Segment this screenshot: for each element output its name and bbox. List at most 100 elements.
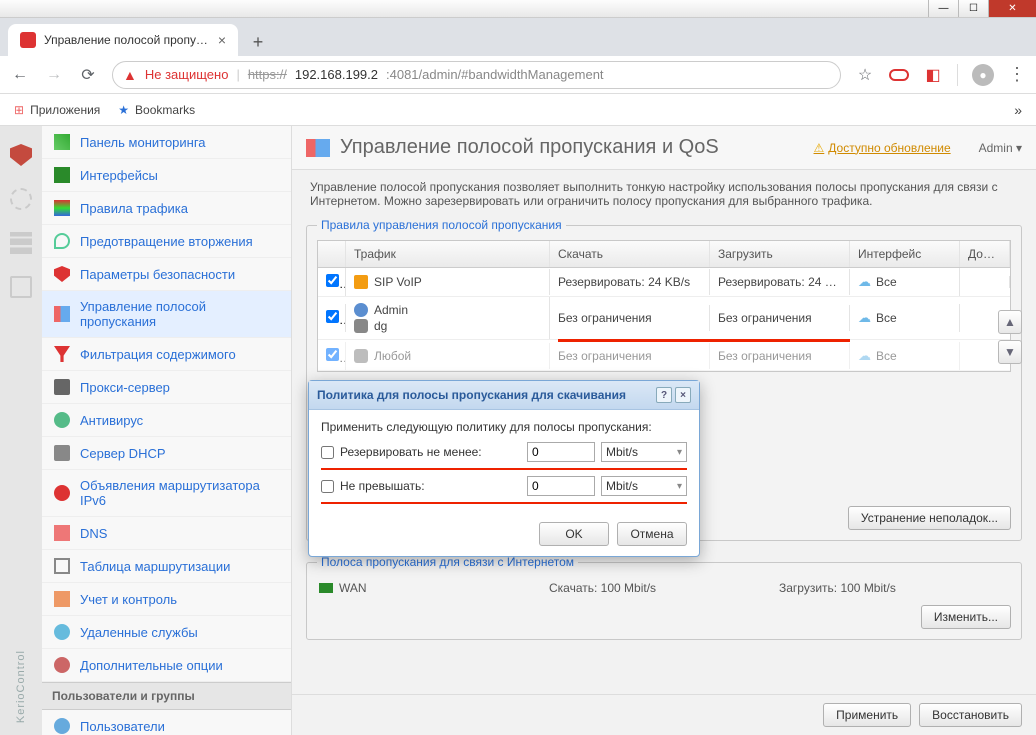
- limit-label: Не превышать:: [340, 479, 521, 493]
- sidebar-item-users[interactable]: Пользователи: [42, 710, 291, 735]
- bookmarks-overflow[interactable]: »: [1014, 102, 1022, 118]
- rail-shield-icon[interactable]: [10, 144, 32, 166]
- change-button[interactable]: Изменить...: [921, 605, 1011, 629]
- dialog-intro: Применить следующую политику для полосы …: [321, 420, 687, 434]
- browser-tab[interactable]: Управление полосой пропуска ×: [8, 24, 238, 56]
- table-row[interactable]: Admin dg Без ограничения Без ограничения…: [318, 297, 1010, 340]
- rail-stats-icon[interactable]: [10, 232, 32, 254]
- sidebar-item-interfaces[interactable]: Интерфейсы: [42, 159, 291, 192]
- table-row[interactable]: Любой Без ограничения Без ограничения ☁В…: [318, 342, 1010, 371]
- sidebar-item-traffic-rules[interactable]: Правила трафика: [42, 192, 291, 225]
- dialog-ok-button[interactable]: OK: [539, 522, 609, 546]
- sidebar-item-label: Прокси-сервер: [80, 380, 170, 395]
- limit-value-input[interactable]: [527, 476, 595, 496]
- browser-menu[interactable]: ⋮: [1008, 64, 1026, 85]
- dialog-cancel-button[interactable]: Отмена: [617, 522, 687, 546]
- reserve-value-input[interactable]: [527, 442, 595, 462]
- window-close[interactable]: ✕: [988, 0, 1036, 17]
- sidebar-item-remote[interactable]: Удаленные службы: [42, 616, 291, 649]
- limit-unit-select[interactable]: Mbit/s▾: [601, 476, 687, 496]
- insecure-icon: ▲: [123, 67, 137, 83]
- dialog-titlebar[interactable]: Политика для полосы пропускания для скач…: [309, 381, 699, 410]
- wan-upload: Загрузить: 100 Mbit/s: [779, 581, 1009, 595]
- apps-button[interactable]: ⊞ Приложения: [14, 103, 100, 117]
- sidebar-item-bandwidth[interactable]: Управление полосой пропускания: [42, 291, 291, 338]
- row-enable-checkbox[interactable]: [326, 310, 339, 323]
- move-up-button[interactable]: ▲: [998, 310, 1022, 334]
- sidebar-item-label: DNS: [80, 526, 107, 541]
- restore-button[interactable]: Восстановить: [919, 703, 1022, 727]
- forward-button[interactable]: →: [44, 66, 64, 84]
- col-traffic[interactable]: Трафик: [346, 241, 550, 267]
- url-protocol: https://: [248, 67, 287, 82]
- reserve-label: Резервировать не менее:: [340, 445, 521, 459]
- sidebar-item-label: Сервер DHCP: [80, 446, 166, 461]
- sidebar-item-antivirus[interactable]: Антивирус: [42, 404, 291, 437]
- row-enable-checkbox[interactable]: [326, 274, 339, 287]
- sidebar-item-security[interactable]: Параметры безопасности: [42, 258, 291, 291]
- row-download: Без ограничения: [550, 305, 710, 331]
- window-minimize[interactable]: —: [928, 0, 958, 17]
- window-maximize[interactable]: ☐: [958, 0, 988, 17]
- tab-close-icon[interactable]: ×: [218, 32, 226, 48]
- sidebar-item-dhcp[interactable]: Сервер DHCP: [42, 437, 291, 470]
- ips-icon: [54, 233, 70, 249]
- sidebar-item-accounting[interactable]: Учет и контроль: [42, 583, 291, 616]
- new-tab-button[interactable]: +: [244, 28, 272, 56]
- grid-header: Трафик Скачать Загрузить Интерфейс Допус: [318, 241, 1010, 268]
- sidebar-item-label: Параметры безопасности: [80, 267, 235, 282]
- move-down-button[interactable]: ▼: [998, 340, 1022, 364]
- row-interface: Все: [876, 311, 897, 325]
- row-upload: Резервировать: 24 К...: [710, 269, 850, 295]
- rail-gear-icon[interactable]: [10, 188, 32, 210]
- sidebar-item-advanced[interactable]: Дополнительные опции: [42, 649, 291, 682]
- sidebar-item-content-filter[interactable]: Фильтрация содержимого: [42, 338, 291, 371]
- bookmark-item[interactable]: ★ Bookmarks: [118, 103, 195, 117]
- dialog-title: Политика для полосы пропускания для скач…: [317, 388, 626, 402]
- dialog-help-button[interactable]: ?: [656, 387, 672, 403]
- bookmark-icon[interactable]: ☆: [855, 65, 875, 85]
- col-upload[interactable]: Загрузить: [710, 241, 850, 267]
- sidebar-item-proxy[interactable]: Прокси-сервер: [42, 371, 291, 404]
- url-host: 192.168.199.2: [295, 67, 378, 82]
- extension-cloud-icon[interactable]: [889, 69, 909, 81]
- table-row[interactable]: SIP VoIP Резервировать: 24 KB/s Резервир…: [318, 268, 1010, 297]
- dns-icon: [54, 525, 70, 541]
- row-download: Без ограничения: [550, 343, 710, 369]
- limit-checkbox[interactable]: [321, 480, 334, 493]
- update-available-link[interactable]: Доступно обновление: [814, 141, 951, 155]
- reserve-checkbox[interactable]: [321, 446, 334, 459]
- dialog-close-button[interactable]: ×: [675, 387, 691, 403]
- profile-avatar[interactable]: ●: [972, 64, 994, 86]
- sidebar-item-ips[interactable]: Предотвращение вторжения: [42, 225, 291, 258]
- os-titlebar: — ☐ ✕: [0, 0, 1036, 18]
- col-interface[interactable]: Интерфейс: [850, 241, 960, 267]
- sidebar-item-label: Правила трафика: [80, 201, 188, 216]
- antivirus-icon: [54, 412, 70, 428]
- reserve-unit-select[interactable]: Mbit/s▾: [601, 442, 687, 462]
- extension-square-icon[interactable]: ◧: [923, 65, 943, 85]
- sidebar-item-label: Предотвращение вторжения: [80, 234, 253, 249]
- tab-title: Управление полосой пропуска: [44, 33, 210, 47]
- remote-icon: [54, 624, 70, 640]
- troubleshoot-button[interactable]: Устранение неполадок...: [848, 506, 1011, 530]
- sidebar-item-routing[interactable]: Таблица маршрутизации: [42, 550, 291, 583]
- sidebar-item-dns[interactable]: DNS: [42, 517, 291, 550]
- col-download[interactable]: Скачать: [550, 241, 710, 267]
- row-enable-checkbox[interactable]: [326, 348, 339, 361]
- address-bar[interactable]: ▲ Не защищено | https://192.168.199.2:40…: [112, 61, 841, 89]
- internet-legend: Полоса пропускания для связи с Интернето…: [317, 555, 578, 569]
- apply-button[interactable]: Применить: [823, 703, 911, 727]
- sidebar-item-ipv6[interactable]: Объявления маршрутизатора IPv6: [42, 470, 291, 517]
- sidebar-item-dashboard[interactable]: Панель мониторинга: [42, 126, 291, 159]
- reload-button[interactable]: ⟳: [78, 65, 98, 85]
- back-button[interactable]: ←: [10, 66, 30, 84]
- cloud-icon: ☁: [858, 274, 871, 290]
- bookmarks-bar: ⊞ Приложения ★ Bookmarks »: [0, 94, 1036, 126]
- admin-menu[interactable]: Admin ▾: [979, 141, 1022, 155]
- url-path: :4081/admin/#bandwidthManagement: [386, 67, 604, 82]
- col-permit[interactable]: Допус: [960, 241, 1010, 267]
- proxy-icon: [54, 379, 70, 395]
- page-header: Управление полосой пропускания и QoS Дос…: [292, 126, 1036, 170]
- rail-log-icon[interactable]: [10, 276, 32, 298]
